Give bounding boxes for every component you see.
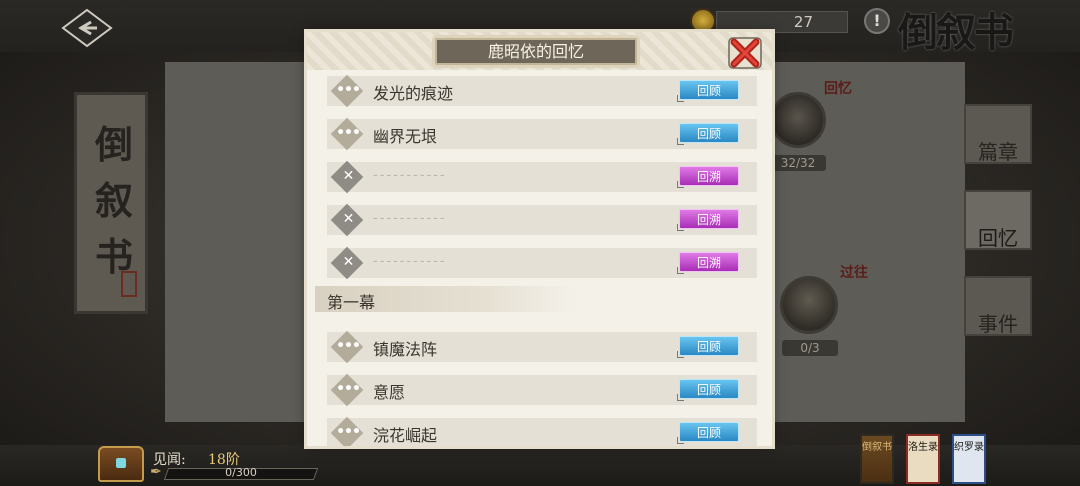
list-item: ••• 镇魔法阵 回顾 xyxy=(327,330,757,364)
dots-icon: ••• xyxy=(336,381,361,397)
dots-icon: ••• xyxy=(336,338,361,354)
tab-label: 回忆 xyxy=(978,226,1018,250)
portrait-tag: 过往 xyxy=(840,265,868,281)
memory-title: ----------- xyxy=(373,211,447,226)
portrait-progress: 32/32 xyxy=(770,155,826,171)
revisit-button[interactable]: 回溯 xyxy=(677,166,739,188)
left-title-scroll: 倒叙书 xyxy=(74,92,148,314)
back-button[interactable] xyxy=(58,8,116,48)
close-button[interactable] xyxy=(725,34,765,72)
memory-title: 意愿 xyxy=(373,383,406,402)
memory-list[interactable]: ••• 发光的痕迹 回顾 ••• 幽界无垠 回顾 ✕ ----------- 回… xyxy=(307,70,772,446)
game-screen: 27 ! 倒叙书 倒叙书 篇章 回忆 事件 回忆 32/32 过往 0/3 见闻… xyxy=(0,0,1080,486)
experience-value: 0/300 xyxy=(225,466,257,479)
book-logo: 倒叙书 xyxy=(898,9,1014,56)
dots-icon: ••• xyxy=(336,82,361,98)
list-item: ••• 浣花崛起 回顾 xyxy=(327,416,757,446)
modal-header: 鹿昭依的回忆 xyxy=(307,32,772,70)
back-arrow-icon xyxy=(61,8,113,48)
list-item: ✕ ----------- 回溯 xyxy=(327,203,757,237)
locked-x-icon: ✕ xyxy=(342,254,355,270)
modal-title: 鹿昭依的回忆 xyxy=(435,38,637,65)
list-item: ••• 幽界无垠 回顾 xyxy=(327,117,757,151)
tab-memories[interactable]: 回忆 xyxy=(964,190,1032,250)
review-button[interactable]: 回顾 xyxy=(677,123,739,145)
book-label: 倒叙书 xyxy=(862,442,892,453)
coin-count: 27 xyxy=(716,11,848,33)
tab-events[interactable]: 事件 xyxy=(964,276,1032,336)
list-item: ••• 发光的痕迹 回顾 xyxy=(327,74,757,108)
character-portrait[interactable] xyxy=(770,92,826,148)
tab-label: 事件 xyxy=(978,312,1018,336)
book-label: 洛生录 xyxy=(908,442,938,453)
character-portrait[interactable] xyxy=(780,276,838,334)
list-item: ••• 意愿 回顾 xyxy=(327,373,757,407)
memory-title: ----------- xyxy=(373,168,447,183)
revisit-button[interactable]: 回溯 xyxy=(677,209,739,231)
portrait-progress: 0/3 xyxy=(782,340,838,356)
portrait-tag: 回忆 xyxy=(824,81,852,97)
revisit-button[interactable]: 回溯 xyxy=(677,252,739,274)
scroll-title: 倒叙书 xyxy=(94,122,133,279)
memory-title: 镇魔法阵 xyxy=(373,340,438,359)
dots-icon: ••• xyxy=(336,125,361,141)
memory-title: 浣花崛起 xyxy=(373,426,438,445)
book-zhiluolu[interactable]: 织罗录 xyxy=(952,434,986,484)
review-button[interactable]: 回顾 xyxy=(677,422,739,444)
review-button[interactable]: 回顾 xyxy=(677,379,739,401)
memory-title: 幽界无垠 xyxy=(373,127,438,146)
treasure-chest-icon[interactable] xyxy=(98,446,144,482)
section-title: 第一幕 xyxy=(327,293,376,312)
memory-modal: 鹿昭依的回忆 ••• 发光的痕迹 回顾 ••• 幽界无垠 回顾 ✕ ------… xyxy=(307,32,772,446)
coin-icon xyxy=(690,8,716,34)
tab-chapters[interactable]: 篇章 xyxy=(964,104,1032,164)
list-item: ✕ ----------- 回溯 xyxy=(327,246,757,280)
review-button[interactable]: 回顾 xyxy=(677,336,739,358)
review-button[interactable]: 回顾 xyxy=(677,80,739,102)
memory-title: ----------- xyxy=(373,254,447,269)
book-label: 织罗录 xyxy=(954,442,984,453)
locked-x-icon: ✕ xyxy=(342,211,355,227)
book-daoxushu[interactable]: 倒叙书 xyxy=(860,434,894,484)
seal-stamp-icon xyxy=(121,271,137,297)
dots-icon: ••• xyxy=(336,424,361,440)
locked-x-icon: ✕ xyxy=(342,168,355,184)
memory-title: 发光的痕迹 xyxy=(373,84,454,103)
info-icon[interactable]: ! xyxy=(864,8,890,34)
tab-label: 篇章 xyxy=(978,140,1018,164)
close-icon xyxy=(728,37,762,69)
book-luoshenglu[interactable]: 洛生录 xyxy=(906,434,940,484)
list-item: ✕ ----------- 回溯 xyxy=(327,160,757,194)
section-header: 第一幕 xyxy=(315,286,577,312)
